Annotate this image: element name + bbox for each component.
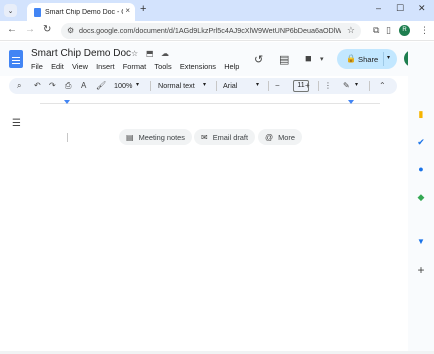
menu-bar: File Edit View Insert Format Tools Exten… <box>31 62 248 71</box>
contacts-icon[interactable]: ● <box>408 164 434 174</box>
tab-close-icon[interactable]: × <box>125 6 130 15</box>
star-icon[interactable]: ☆ <box>131 49 138 58</box>
comments-icon[interactable]: ▤ <box>279 53 289 66</box>
back-button[interactable]: ← <box>7 24 17 35</box>
share-label: Share <box>358 55 379 64</box>
side-panel: ▮ ✔ ● ◆ ▼ + <box>408 42 434 354</box>
side-panel-icon[interactable]: ▯ <box>386 25 391 36</box>
keep-icon[interactable]: ▮ <box>408 109 434 120</box>
tab-title: Smart Chip Demo Doc - Google <box>45 8 123 16</box>
left-indent-marker[interactable] <box>64 100 70 104</box>
text-cursor <box>67 133 68 142</box>
tab-search-button[interactable]: ⌄ <box>4 4 17 17</box>
share-dropdown-icon[interactable]: ▾ <box>387 54 390 61</box>
menu-edit[interactable]: Edit <box>51 62 64 71</box>
ruler-line <box>40 103 380 104</box>
share-divider <box>383 52 384 66</box>
browser-menu-icon[interactable]: ⋮ <box>420 25 429 36</box>
chip-meeting-notes[interactable]: ▤ Meeting notes <box>119 129 192 145</box>
maps-icon[interactable]: ◆ <box>408 192 434 203</box>
font-select[interactable]: Arial <box>223 81 237 90</box>
menu-file[interactable]: File <box>31 62 43 71</box>
meet-icon[interactable]: ■ <box>305 53 312 65</box>
url-text[interactable]: docs.google.com/document/d/1AGd9LkzPrl5c… <box>79 26 341 35</box>
docs-header: Smart Chip Demo Doc ☆ ⬒ ☁ File Edit View… <box>0 42 408 76</box>
chip-email-draft[interactable]: ✉ Email draft <box>194 129 256 145</box>
extensions-icon[interactable]: ⧉ <box>373 25 379 36</box>
close-window-button[interactable]: ✕ <box>418 3 426 14</box>
share-button[interactable]: 🔒 Share ▾ <box>337 49 397 69</box>
minimize-button[interactable]: – <box>376 3 381 13</box>
browser-toolbar: ← → ↻ ⚙ docs.google.com/document/d/1AGd9… <box>0 21 434 41</box>
right-indent-marker[interactable] <box>348 100 354 104</box>
meeting-notes-icon: ▤ <box>126 132 134 142</box>
toolbar-divider <box>216 81 217 91</box>
editing-mode-dropdown-icon[interactable]: ▾ <box>355 81 358 88</box>
reload-button[interactable]: ↻ <box>43 24 51 35</box>
forward-button[interactable]: → <box>25 24 35 35</box>
print-icon[interactable]: ⎙ <box>65 81 71 91</box>
chip-label: Meeting notes <box>138 132 185 142</box>
editing-mode-icon[interactable]: ✎ <box>343 81 350 90</box>
chip-more[interactable]: @ More <box>258 129 302 145</box>
decrease-font-size-button[interactable]: − <box>275 81 280 90</box>
zoom-select[interactable]: 100% <box>114 81 132 90</box>
get-addons-icon[interactable]: + <box>408 263 434 277</box>
search-menus-icon[interactable]: ⌕ <box>17 81 21 91</box>
tasks-icon[interactable]: ✔ <box>408 137 434 148</box>
document-outline-icon[interactable]: ☰ <box>12 118 21 129</box>
paragraph-style-select[interactable]: Normal text <box>158 81 195 90</box>
chip-label: Email draft <box>212 132 249 142</box>
at-sign-icon: @ <box>265 132 274 142</box>
cloud-saved-icon[interactable]: ☁ <box>161 49 169 58</box>
meet-dropdown-icon[interactable]: ▾ <box>320 55 324 63</box>
browser-title-bar: ⌄ Smart Chip Demo Doc - Google × + – ☐ ✕ <box>0 0 434 21</box>
maximize-button[interactable]: ☐ <box>396 3 404 14</box>
menu-help[interactable]: Help <box>224 62 239 71</box>
zapier-icon[interactable]: ▼ <box>408 237 434 246</box>
browser-profile-avatar[interactable]: R <box>399 25 410 36</box>
spellcheck-icon[interactable]: A <box>81 81 86 90</box>
menu-insert[interactable]: Insert <box>96 62 114 71</box>
formatting-toolbar: ⌕ ↶ ↷ ⎙ A 🖌 100% ▾ Normal text ▾ Arial ▾… <box>9 78 397 94</box>
chevron-down-icon: ⌄ <box>7 7 14 15</box>
toolbar-divider <box>318 81 319 91</box>
undo-icon[interactable]: ↶ <box>34 81 41 90</box>
docs-favicon-icon <box>34 7 41 17</box>
redo-icon[interactable]: ↷ <box>49 81 56 90</box>
menu-view[interactable]: View <box>72 62 88 71</box>
new-tab-button[interactable]: + <box>140 3 146 15</box>
browser-tab[interactable]: Smart Chip Demo Doc - Google × <box>27 3 135 21</box>
menu-extensions[interactable]: Extensions <box>180 62 216 71</box>
toolbar-divider <box>369 81 370 91</box>
chip-label: More <box>278 132 295 142</box>
toolbar-divider <box>268 81 269 91</box>
version-history-icon[interactable]: ↺ <box>254 53 263 66</box>
zoom-dropdown-icon[interactable]: ▾ <box>136 81 139 88</box>
docs-logo-icon[interactable] <box>9 50 23 68</box>
site-info-icon[interactable]: ⚙ <box>67 26 74 35</box>
document-title[interactable]: Smart Chip Demo Doc <box>31 48 131 59</box>
lock-icon: 🔒 <box>346 54 356 63</box>
font-dropdown-icon[interactable]: ▾ <box>256 81 259 88</box>
move-folder-icon[interactable]: ⬒ <box>146 49 154 58</box>
toolbar-divider <box>150 81 151 91</box>
menu-tools[interactable]: Tools <box>154 62 171 71</box>
increase-font-size-button[interactable]: + <box>305 81 310 90</box>
style-dropdown-icon[interactable]: ▾ <box>203 81 206 88</box>
bookmark-star-icon[interactable]: ☆ <box>347 25 355 36</box>
ruler <box>0 99 408 107</box>
paint-format-icon[interactable]: 🖌 <box>96 81 106 90</box>
collapse-menus-icon[interactable]: ⌃ <box>379 81 386 90</box>
address-bar[interactable]: ⚙ docs.google.com/document/d/1AGd9LkzPrl… <box>61 23 361 39</box>
email-icon: ✉ <box>201 132 208 142</box>
more-options-icon[interactable]: ⋮ <box>324 81 332 90</box>
menu-format[interactable]: Format <box>123 62 146 71</box>
